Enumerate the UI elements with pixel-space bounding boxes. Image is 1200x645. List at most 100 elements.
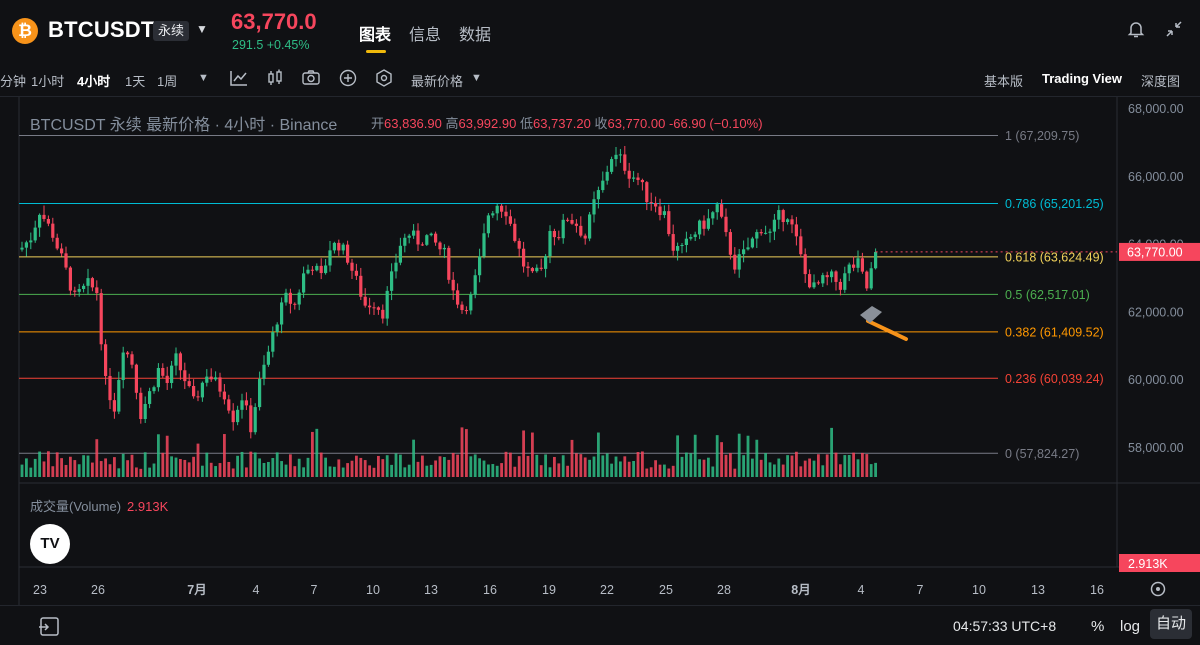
volume-bar xyxy=(73,460,77,477)
symbol-name[interactable]: BTCUSDT xyxy=(48,17,155,43)
view-depth[interactable]: 深度图 xyxy=(1141,71,1180,90)
price-type-select[interactable]: 最新价格 xyxy=(411,71,463,90)
candle-body xyxy=(812,282,816,288)
candle-body xyxy=(51,223,55,238)
candle-body xyxy=(315,265,319,271)
volume-bar xyxy=(183,459,187,477)
tab-info[interactable]: 信息 xyxy=(409,21,441,45)
candle-body xyxy=(504,211,508,217)
fib-label: 0.786 (65,201.25) xyxy=(1005,197,1104,211)
volume-bar xyxy=(82,455,85,477)
volume-bar xyxy=(680,456,684,477)
candle-body xyxy=(856,258,860,268)
candle-body xyxy=(117,380,121,412)
timeframe-minute[interactable]: 分钟 xyxy=(0,71,26,90)
volume-bar xyxy=(531,432,534,477)
candle-body xyxy=(161,367,165,376)
candle-body xyxy=(293,303,297,305)
volume-bar xyxy=(627,461,631,477)
candle-body xyxy=(684,238,688,246)
volume-bar xyxy=(535,454,539,477)
add-icon[interactable] xyxy=(338,68,358,88)
volume-bar xyxy=(121,453,125,477)
timeframe-4h[interactable]: 4小时 xyxy=(77,71,110,90)
timeframe-1h[interactable]: 1小时 xyxy=(31,71,64,90)
timeframe-1d[interactable]: 1天 xyxy=(125,71,145,90)
volume-bar xyxy=(29,467,33,477)
candle-body xyxy=(491,213,495,216)
candle-body xyxy=(328,250,332,266)
indicator-icon[interactable] xyxy=(229,68,249,88)
volume-bar xyxy=(262,462,266,477)
perpetual-badge: 永续 xyxy=(153,21,190,41)
caret-down-icon[interactable]: ▼ xyxy=(196,22,208,36)
candle-body xyxy=(275,324,279,333)
price-chart[interactable]: 1 (67,209.75) 0.786 (65,201.25) 0.618 (63,… xyxy=(0,97,1200,605)
ohlc-readout: 开63,836.90 高63,992.90 低63,737.20 收63,770… xyxy=(371,116,763,131)
volume-bar xyxy=(575,453,578,477)
candle-body xyxy=(170,365,174,383)
collapse-icon[interactable] xyxy=(1163,18,1185,40)
tab-data[interactable]: 数据 xyxy=(459,21,491,45)
candle-body xyxy=(777,210,781,220)
candle-body xyxy=(548,231,552,257)
candle-body xyxy=(522,248,526,267)
log-scale-button[interactable]: log xyxy=(1120,618,1140,635)
candle-body xyxy=(68,267,72,291)
candle-body xyxy=(350,262,354,271)
candle-body xyxy=(671,234,675,251)
volume-bar xyxy=(355,455,358,477)
bell-icon[interactable] xyxy=(1125,18,1147,40)
candle-body xyxy=(451,279,455,291)
percent-scale-button[interactable]: % xyxy=(1091,618,1104,635)
candle-body xyxy=(869,268,873,289)
volume-bar xyxy=(337,459,341,477)
price-type-caret-icon[interactable]: ▼ xyxy=(471,72,482,84)
volume-bar xyxy=(47,451,50,477)
volume-bar xyxy=(636,452,640,477)
tab-chart[interactable]: 图表 xyxy=(359,21,391,45)
candle-body xyxy=(482,233,486,257)
candle-body xyxy=(874,251,878,269)
fib-label: 0.382 (61,409.52) xyxy=(1005,325,1104,339)
candle-body xyxy=(759,232,763,234)
camera-icon[interactable] xyxy=(301,68,321,88)
settings-hex-icon[interactable] xyxy=(374,68,394,88)
x-tick-label: 13 xyxy=(424,583,438,597)
candle-body xyxy=(38,214,42,228)
volume-bar xyxy=(271,458,275,477)
y-tick-label: 68,000.00 xyxy=(1128,102,1184,116)
volume-bar xyxy=(610,463,613,477)
candle-body xyxy=(574,223,578,226)
volume-bar xyxy=(583,457,587,477)
candle-body xyxy=(539,267,543,269)
view-tradingview[interactable]: Trading View xyxy=(1042,71,1122,86)
timeframe-more-icon[interactable]: ▼ xyxy=(198,72,209,84)
candle-body xyxy=(610,159,614,172)
timeframe-1w[interactable]: 1周 xyxy=(157,71,177,90)
auto-scale-button[interactable]: 自动 xyxy=(1150,609,1192,639)
candle-body xyxy=(733,254,737,270)
volume-bar xyxy=(698,459,701,477)
ohlc-close: 63,770.00 xyxy=(607,116,666,131)
volume-bar xyxy=(223,434,226,477)
x-tick-label: 22 xyxy=(600,583,614,597)
candle-body xyxy=(165,375,169,383)
chart-background xyxy=(0,97,1200,605)
volume-bar xyxy=(817,454,820,477)
volume-bar xyxy=(416,461,420,477)
tradingview-logo[interactable]: TV xyxy=(30,524,70,564)
date-range-icon[interactable] xyxy=(38,616,62,638)
volume-bar xyxy=(715,435,719,477)
volume-bar xyxy=(861,452,864,477)
candle-body xyxy=(187,381,191,386)
candle-body xyxy=(715,204,719,213)
volume-bar xyxy=(170,456,173,477)
candle-body xyxy=(227,399,231,411)
candle-body xyxy=(658,206,662,216)
candle-body xyxy=(60,248,64,254)
candle-type-icon[interactable] xyxy=(265,68,285,88)
utc-clock[interactable]: 04:57:33 UTC+8 xyxy=(953,618,1056,634)
candle-body xyxy=(412,230,416,236)
view-basic[interactable]: 基本版 xyxy=(984,71,1023,90)
